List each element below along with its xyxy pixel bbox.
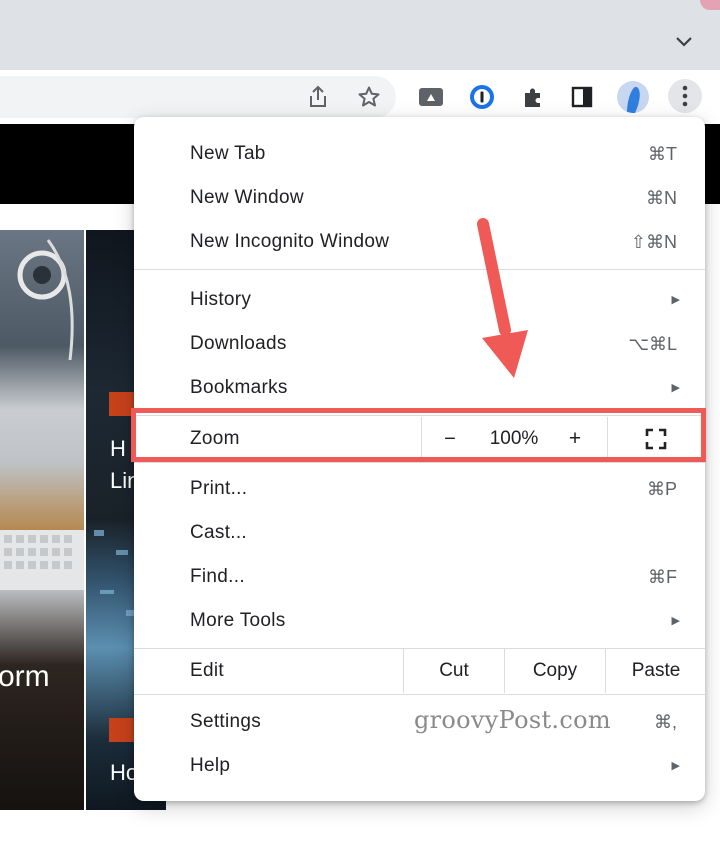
menu-item-label: Bookmarks	[190, 377, 288, 398]
article-image[interactable]	[0, 230, 84, 810]
shortcut: ⌘F	[648, 567, 677, 587]
article-title-fragment[interactable]: orm	[0, 660, 50, 694]
drive-icon[interactable]	[416, 82, 446, 112]
side-panel-icon[interactable]	[567, 82, 597, 112]
site-header	[0, 124, 135, 204]
three-dots-icon[interactable]	[668, 79, 702, 113]
zoom-highlight-box	[131, 408, 706, 462]
article-title-fragment[interactable]: H	[110, 436, 126, 462]
menu-item-find[interactable]: Find... ⌘F	[134, 555, 705, 599]
arrow-annotation	[477, 218, 528, 378]
star-icon[interactable]	[354, 82, 384, 112]
submenu-arrow-icon: ▶	[671, 615, 680, 627]
menu-item-label: Downloads	[190, 333, 287, 354]
paste-button[interactable]: Paste	[605, 649, 706, 693]
shortcut: ⌘P	[646, 479, 677, 499]
menu-item-help[interactable]: Help ▶	[134, 744, 705, 788]
submenu-arrow-icon: ▶	[671, 760, 680, 772]
watermark: groovyPost.com	[414, 706, 611, 734]
menu-item-more-tools[interactable]: More Tools ▶	[134, 599, 705, 643]
menu-item-new-tab[interactable]: New Tab ⌘T	[134, 132, 705, 176]
edit-row: Edit Cut Copy Paste	[134, 649, 705, 693]
menu-item-history[interactable]: History ▶	[134, 278, 705, 322]
copy-button[interactable]: Copy	[504, 649, 605, 693]
address-bar[interactable]	[0, 76, 396, 118]
submenu-arrow-icon: ▶	[671, 382, 680, 394]
shortcut: ⌘T	[648, 144, 677, 164]
avatar[interactable]	[617, 81, 649, 113]
menu-item-new-incognito-window[interactable]: New Incognito Window ⇧⌘N	[134, 220, 705, 264]
edit-label: Edit	[190, 660, 224, 681]
menu-separator	[134, 269, 705, 270]
menu-item-label: New Window	[190, 187, 304, 208]
menu-item-label: Print...	[190, 478, 248, 499]
menu-item-bookmarks[interactable]: Bookmarks ▶	[134, 366, 705, 410]
shortcut: ⌘N	[646, 188, 677, 208]
menu-item-label: New Incognito Window	[190, 231, 390, 252]
menu-item-cast[interactable]: Cast...	[134, 511, 705, 555]
shortcut: ⌥⌘L	[628, 334, 677, 354]
menu-item-new-window[interactable]: New Window ⌘N	[134, 176, 705, 220]
submenu-arrow-icon: ▶	[671, 294, 680, 306]
category-badge[interactable]	[109, 718, 137, 742]
shortcut: ⇧⌘N	[630, 232, 677, 252]
password-icon[interactable]	[467, 82, 497, 112]
tab-strip	[0, 0, 720, 70]
menu-separator	[134, 694, 705, 695]
menu-item-label: Help	[190, 755, 231, 776]
menu-item-print[interactable]: Print... ⌘P	[134, 467, 705, 511]
menu-separator	[134, 462, 705, 463]
cut-button[interactable]: Cut	[403, 649, 504, 693]
share-icon[interactable]	[303, 82, 333, 112]
menu-item-label: Settings	[190, 711, 262, 732]
puzzle-icon[interactable]	[518, 82, 548, 112]
chevron-down-icon[interactable]	[670, 28, 698, 56]
menu-item-label: More Tools	[190, 610, 286, 631]
menu-item-label: Find...	[190, 566, 245, 587]
shortcut: ⌘,	[653, 712, 677, 732]
menu-item-label: History	[190, 289, 252, 310]
menu-item-label: Cast...	[190, 522, 248, 543]
menu-item-label: New Tab	[190, 143, 266, 164]
menu-item-downloads[interactable]: Downloads ⌥⌘L	[134, 322, 705, 366]
